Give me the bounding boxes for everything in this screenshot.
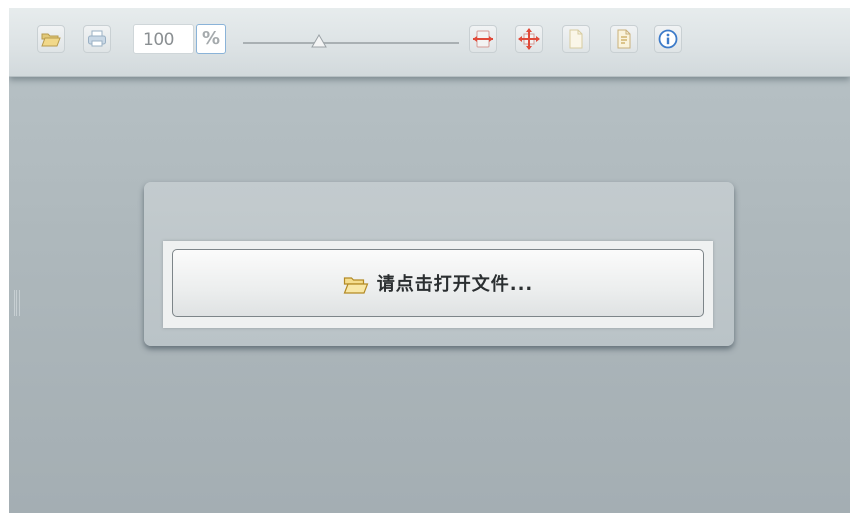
open-file-dialog: 请点击打开文件... <box>144 182 734 346</box>
dialog-content: 请点击打开文件... <box>163 241 713 328</box>
zoom-slider[interactable] <box>243 42 459 44</box>
print-button[interactable] <box>83 25 111 53</box>
folder-open-icon <box>41 33 61 47</box>
zoom-input[interactable]: 100 <box>133 24 194 54</box>
single-page-icon <box>569 29 583 49</box>
zoom-slider-thumb[interactable] <box>310 34 327 48</box>
fit-width-icon <box>473 30 493 48</box>
fit-page-icon <box>518 28 540 50</box>
print-icon <box>88 30 106 47</box>
continuous-page-button[interactable] <box>610 25 638 53</box>
about-button[interactable] <box>654 25 682 53</box>
open-file-label: 请点击打开文件... <box>376 274 534 295</box>
fit-width-button[interactable] <box>469 25 497 53</box>
zoom-value: 100 <box>143 30 174 50</box>
zoom-unit-label: % <box>196 24 226 54</box>
open-file-prompt-button[interactable]: 请点击打开文件... <box>172 249 704 317</box>
info-icon <box>658 29 678 49</box>
single-page-button[interactable] <box>562 25 590 53</box>
side-panel-handle[interactable] <box>14 290 20 316</box>
folder-open-icon <box>343 276 369 294</box>
fit-page-button[interactable] <box>515 25 543 53</box>
open-file-button[interactable] <box>37 25 65 53</box>
document-viewer: 100 % 请点击打开文件... <box>9 8 850 513</box>
continuous-page-icon <box>617 29 631 49</box>
toolbar: 100 % <box>9 8 850 77</box>
